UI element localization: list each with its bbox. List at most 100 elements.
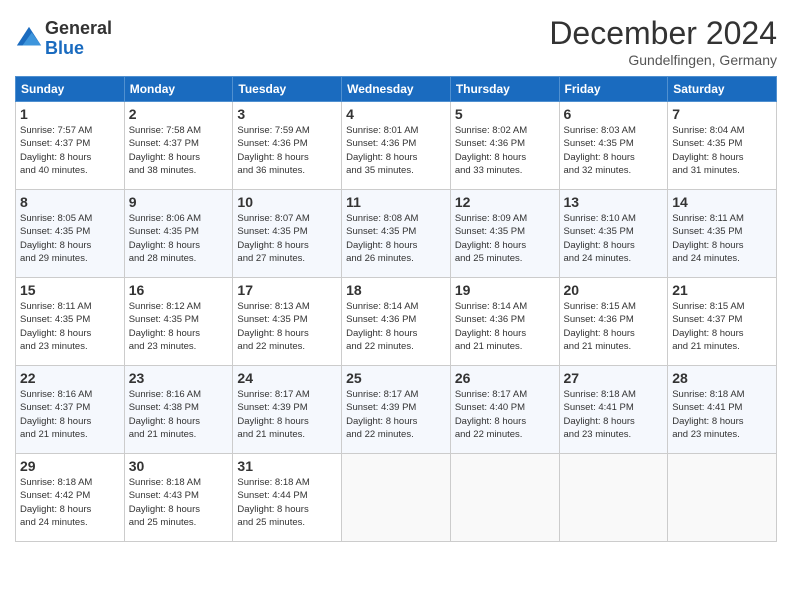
day-info: Sunrise: 8:02 AMSunset: 4:36 PMDaylight:… <box>455 124 555 177</box>
calendar-cell: 6Sunrise: 8:03 AMSunset: 4:35 PMDaylight… <box>559 102 668 190</box>
calendar-week-row-2: 8 Sunrise: 8:05 AMSunset: 4:35 PMDaylight… <box>16 190 777 278</box>
col-friday: Friday <box>559 77 668 102</box>
day-info: Sunrise: 7:57 AMSunset: 4:37 PMDaylight:… <box>20 124 120 177</box>
calendar-cell: 11 Sunrise: 8:08 AMSunset: 4:35 PMDayligh… <box>342 190 451 278</box>
col-wednesday: Wednesday <box>342 77 451 102</box>
logo-text-line2: Blue <box>45 39 112 59</box>
day-number: 25 <box>346 370 446 386</box>
calendar-cell: 21 Sunrise: 8:15 AMSunset: 4:37 PMDayligh… <box>668 278 777 366</box>
calendar-week-row-1: 1 Sunrise: 7:57 AMSunset: 4:37 PMDaylight… <box>16 102 777 190</box>
day-info: Sunrise: 8:18 AMSunset: 4:42 PMDaylight:… <box>20 476 120 529</box>
calendar-cell: 4 Sunrise: 8:01 AMSunset: 4:36 PMDaylight… <box>342 102 451 190</box>
calendar-week-row-3: 15Sunrise: 8:11 AMSunset: 4:35 PMDayligh… <box>16 278 777 366</box>
calendar-cell: 15Sunrise: 8:11 AMSunset: 4:35 PMDayligh… <box>16 278 125 366</box>
day-info: Sunrise: 8:14 AMSunset: 4:36 PMDaylight:… <box>455 300 555 353</box>
day-number: 8 <box>20 194 120 210</box>
day-info: Sunrise: 8:17 AMSunset: 4:39 PMDaylight:… <box>346 388 446 441</box>
calendar-header-row: Sunday Monday Tuesday Wednesday Thursday… <box>16 77 777 102</box>
day-info: Sunrise: 8:08 AMSunset: 4:35 PMDaylight:… <box>346 212 446 265</box>
day-number: 30 <box>129 458 229 474</box>
calendar-cell: 30Sunrise: 8:18 AMSunset: 4:43 PMDayligh… <box>124 454 233 542</box>
day-number: 28 <box>672 370 772 386</box>
calendar-cell: 26 Sunrise: 8:17 AMSunset: 4:40 PMDayligh… <box>450 366 559 454</box>
day-info: Sunrise: 8:05 AMSunset: 4:35 PMDaylight:… <box>20 212 120 265</box>
day-number: 14 <box>672 194 772 210</box>
calendar-cell: 24 Sunrise: 8:17 AMSunset: 4:39 PMDayligh… <box>233 366 342 454</box>
calendar-cell: 27Sunrise: 8:18 AMSunset: 4:41 PMDayligh… <box>559 366 668 454</box>
day-number: 4 <box>346 106 446 122</box>
calendar-cell <box>559 454 668 542</box>
calendar-cell: 3 Sunrise: 7:59 AMSunset: 4:36 PMDaylight… <box>233 102 342 190</box>
day-number: 19 <box>455 282 555 298</box>
day-number: 1 <box>20 106 120 122</box>
day-info: Sunrise: 8:15 AMSunset: 4:36 PMDaylight:… <box>564 300 664 353</box>
header: General Blue December 2024 Gundelfingen,… <box>15 15 777 68</box>
day-info: Sunrise: 8:14 AMSunset: 4:36 PMDaylight:… <box>346 300 446 353</box>
day-info: Sunrise: 8:16 AMSunset: 4:38 PMDaylight:… <box>129 388 229 441</box>
calendar-cell: 9Sunrise: 8:06 AMSunset: 4:35 PMDaylight… <box>124 190 233 278</box>
day-info: Sunrise: 8:04 AMSunset: 4:35 PMDaylight:… <box>672 124 772 177</box>
day-number: 5 <box>455 106 555 122</box>
day-number: 23 <box>129 370 229 386</box>
day-info: Sunrise: 8:16 AMSunset: 4:37 PMDaylight:… <box>20 388 120 441</box>
calendar-cell: 5 Sunrise: 8:02 AMSunset: 4:36 PMDaylight… <box>450 102 559 190</box>
calendar-cell: 17 Sunrise: 8:13 AMSunset: 4:35 PMDayligh… <box>233 278 342 366</box>
day-info: Sunrise: 8:01 AMSunset: 4:36 PMDaylight:… <box>346 124 446 177</box>
day-number: 18 <box>346 282 446 298</box>
calendar-cell: 7 Sunrise: 8:04 AMSunset: 4:35 PMDaylight… <box>668 102 777 190</box>
col-thursday: Thursday <box>450 77 559 102</box>
calendar-week-row-5: 29 Sunrise: 8:18 AMSunset: 4:42 PMDayligh… <box>16 454 777 542</box>
day-number: 2 <box>129 106 229 122</box>
calendar-cell: 14Sunrise: 8:11 AMSunset: 4:35 PMDayligh… <box>668 190 777 278</box>
day-info: Sunrise: 8:13 AMSunset: 4:35 PMDaylight:… <box>237 300 337 353</box>
day-number: 26 <box>455 370 555 386</box>
day-number: 21 <box>672 282 772 298</box>
day-number: 29 <box>20 458 120 474</box>
logo-text-line1: General <box>45 19 112 39</box>
month-title: December 2024 <box>549 15 777 52</box>
day-info: Sunrise: 8:07 AMSunset: 4:35 PMDaylight:… <box>237 212 337 265</box>
day-number: 20 <box>564 282 664 298</box>
day-number: 10 <box>237 194 337 210</box>
calendar-cell: 23 Sunrise: 8:16 AMSunset: 4:38 PMDayligh… <box>124 366 233 454</box>
day-number: 11 <box>346 194 446 210</box>
calendar-cell: 16Sunrise: 8:12 AMSunset: 4:35 PMDayligh… <box>124 278 233 366</box>
day-number: 3 <box>237 106 337 122</box>
calendar-cell: 22Sunrise: 8:16 AMSunset: 4:37 PMDayligh… <box>16 366 125 454</box>
calendar-cell: 2Sunrise: 7:58 AMSunset: 4:37 PMDaylight… <box>124 102 233 190</box>
day-number: 17 <box>237 282 337 298</box>
day-info: Sunrise: 8:03 AMSunset: 4:35 PMDaylight:… <box>564 124 664 177</box>
calendar-cell: 10 Sunrise: 8:07 AMSunset: 4:35 PMDayligh… <box>233 190 342 278</box>
day-number: 15 <box>20 282 120 298</box>
day-number: 24 <box>237 370 337 386</box>
day-info: Sunrise: 8:18 AMSunset: 4:44 PMDaylight:… <box>237 476 337 529</box>
calendar-cell: 20 Sunrise: 8:15 AMSunset: 4:36 PMDayligh… <box>559 278 668 366</box>
day-info: Sunrise: 8:17 AMSunset: 4:39 PMDaylight:… <box>237 388 337 441</box>
day-info: Sunrise: 8:17 AMSunset: 4:40 PMDaylight:… <box>455 388 555 441</box>
calendar-cell: 25 Sunrise: 8:17 AMSunset: 4:39 PMDayligh… <box>342 366 451 454</box>
calendar-cell: 1 Sunrise: 7:57 AMSunset: 4:37 PMDaylight… <box>16 102 125 190</box>
col-tuesday: Tuesday <box>233 77 342 102</box>
calendar-cell: 31 Sunrise: 8:18 AMSunset: 4:44 PMDayligh… <box>233 454 342 542</box>
page-container: General Blue December 2024 Gundelfingen,… <box>0 0 792 552</box>
calendar-cell <box>342 454 451 542</box>
day-number: 31 <box>237 458 337 474</box>
day-number: 7 <box>672 106 772 122</box>
day-info: Sunrise: 8:12 AMSunset: 4:35 PMDaylight:… <box>129 300 229 353</box>
title-block: December 2024 Gundelfingen, Germany <box>549 15 777 68</box>
calendar-table: Sunday Monday Tuesday Wednesday Thursday… <box>15 76 777 542</box>
calendar-cell: 13Sunrise: 8:10 AMSunset: 4:35 PMDayligh… <box>559 190 668 278</box>
location: Gundelfingen, Germany <box>549 52 777 68</box>
calendar-cell: 12Sunrise: 8:09 AMSunset: 4:35 PMDayligh… <box>450 190 559 278</box>
day-info: Sunrise: 7:59 AMSunset: 4:36 PMDaylight:… <box>237 124 337 177</box>
calendar-cell <box>668 454 777 542</box>
day-info: Sunrise: 8:15 AMSunset: 4:37 PMDaylight:… <box>672 300 772 353</box>
day-info: Sunrise: 8:18 AMSunset: 4:41 PMDaylight:… <box>672 388 772 441</box>
day-number: 13 <box>564 194 664 210</box>
day-number: 12 <box>455 194 555 210</box>
logo-icon <box>15 25 43 53</box>
col-monday: Monday <box>124 77 233 102</box>
calendar-cell: 8 Sunrise: 8:05 AMSunset: 4:35 PMDaylight… <box>16 190 125 278</box>
day-number: 27 <box>564 370 664 386</box>
calendar-cell <box>450 454 559 542</box>
